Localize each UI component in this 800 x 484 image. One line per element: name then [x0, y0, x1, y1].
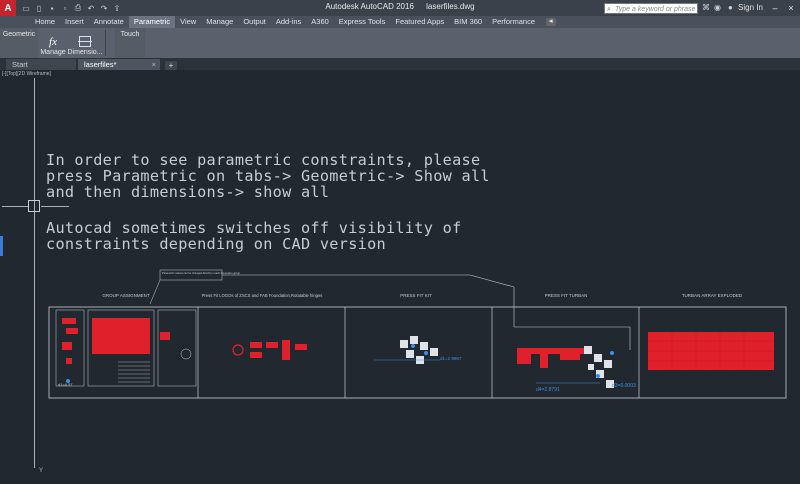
- tab-annotate[interactable]: Annotate: [89, 16, 129, 28]
- quick-access-toolbar: ▭ ▯ ▪ ▫ ⎙ ↶ ↷ ⇪: [21, 3, 122, 13]
- dimension-label: d1=2.9967: [440, 356, 462, 361]
- logo-part: [282, 340, 290, 360]
- section-title: TURBAN ARRAY EXPLODED: [682, 293, 743, 298]
- manage-button[interactable]: fx Manage: [38, 28, 68, 58]
- file-name: laserfiles.dwg: [426, 2, 475, 11]
- tab-parametric[interactable]: Parametric: [128, 16, 176, 28]
- saveas-icon[interactable]: ▫: [60, 3, 70, 13]
- close-tab-icon[interactable]: ×: [152, 59, 156, 70]
- dimensions-button[interactable]: Dimensio...: [68, 28, 103, 58]
- fx-icon: fx: [49, 36, 57, 48]
- red-block: [160, 332, 170, 340]
- ribbon-tab-bar: Home Insert Annotate Parametric View Manage Ou…: [0, 16, 800, 28]
- ribbon-separator: [105, 30, 106, 56]
- tab-view[interactable]: View: [175, 16, 201, 28]
- tab-express-tools[interactable]: Express Tools: [334, 16, 391, 28]
- tab-manage[interactable]: Manage: [201, 16, 238, 28]
- geometric-panel-button[interactable]: Geometric: [0, 28, 38, 58]
- ribbon-panel: Geometric fx Manage Dimensio... Touch: [0, 28, 800, 58]
- tab-performance[interactable]: Performance: [487, 16, 540, 28]
- close-icon[interactable]: ×: [782, 0, 800, 16]
- tab-featured-apps[interactable]: Featured Apps: [390, 16, 449, 28]
- press-fit-turban: [517, 346, 614, 388]
- dimension-icon: [78, 36, 92, 47]
- red-block: [62, 318, 76, 324]
- sheet-panel: [157, 309, 197, 387]
- app-title: Autodesk AutoCAD 2016: [325, 2, 414, 11]
- red-block: [66, 328, 78, 334]
- document-tab-bar: Start laserfiles* × +: [0, 58, 800, 70]
- dimension-label: d3=0.0003: [612, 383, 636, 389]
- user-icon[interactable]: ●: [728, 3, 733, 12]
- drawing-canvas[interactable]: [-][Top][2D Wireframe] In order to see p…: [0, 70, 800, 484]
- sign-in-link[interactable]: Sign In: [738, 3, 763, 12]
- dimension-label: d4=2.8791: [536, 387, 560, 393]
- logo-part: [266, 342, 278, 348]
- tab-home[interactable]: Home: [30, 16, 60, 28]
- undo-icon[interactable]: ↶: [86, 3, 96, 13]
- ribbon-toggle-icon[interactable]: ◂: [546, 18, 556, 26]
- share-icon[interactable]: ⇪: [112, 3, 122, 13]
- save-icon[interactable]: ▪: [47, 3, 57, 13]
- search-input[interactable]: ⌕ Type a keyword or phrase: [604, 3, 698, 14]
- tab-output[interactable]: Output: [238, 16, 271, 28]
- infocenter-icon[interactable]: ◉: [714, 3, 721, 12]
- tab-a360[interactable]: A360: [306, 16, 334, 28]
- section-title: GROUP ASSIGNMENT: [102, 293, 149, 298]
- ucs-y-axis-label: Y: [39, 468, 44, 474]
- red-block: [62, 342, 72, 350]
- title-bar: A ▭ ▯ ▪ ▫ ⎙ ↶ ↷ ⇪ Autodesk AutoCAD 2016 …: [0, 0, 800, 16]
- dimension-label: d1=4.57: [58, 382, 73, 387]
- new-icon[interactable]: ▭: [21, 3, 31, 13]
- leader-line: [469, 274, 515, 288]
- print-icon[interactable]: ⎙: [73, 3, 83, 13]
- logo-part: [250, 342, 262, 348]
- section-title: Press Fit LOGOs of ZSCS and FAB Foundati…: [202, 293, 323, 298]
- table-fill: [92, 318, 150, 354]
- redo-icon[interactable]: ↷: [99, 3, 109, 13]
- section-title: PRESS FIT TURBAN: [545, 293, 588, 298]
- tab-start[interactable]: Start: [6, 59, 76, 70]
- hinge-circle: [180, 348, 192, 360]
- logo-mark: [232, 344, 244, 356]
- tab-add-ins[interactable]: Add-ins: [271, 16, 306, 28]
- press-fit-kit: [374, 336, 440, 364]
- callout-leader: [149, 279, 161, 305]
- open-icon[interactable]: ▯: [34, 3, 44, 13]
- red-block: [66, 358, 72, 364]
- cad-drawing: GROUP ASSIGNMENT Press Fit LOGOs of ZSCS…: [48, 269, 787, 399]
- stair-lines: [118, 361, 150, 383]
- section-title: PRESS FIT KIT: [400, 293, 432, 298]
- tab-laserfiles[interactable]: laserfiles* ×: [78, 59, 160, 70]
- logo-part: [295, 344, 307, 350]
- touch-panel-button[interactable]: Touch: [115, 28, 145, 58]
- application-menu-button[interactable]: A: [0, 0, 16, 16]
- callout-text: Parametric values can be changed directl…: [162, 271, 240, 275]
- tab-bim-360[interactable]: BIM 360: [449, 16, 487, 28]
- search-icon: ⌕: [607, 6, 611, 13]
- new-tab-button[interactable]: +: [165, 61, 177, 70]
- binoculars-icon[interactable]: ⌘: [702, 3, 710, 12]
- autocad-window: A ▭ ▯ ▪ ▫ ⎙ ↶ ↷ ⇪ Autodesk AutoCAD 2016 …: [0, 0, 800, 484]
- logo-part: [250, 352, 262, 358]
- tab-insert[interactable]: Insert: [60, 16, 89, 28]
